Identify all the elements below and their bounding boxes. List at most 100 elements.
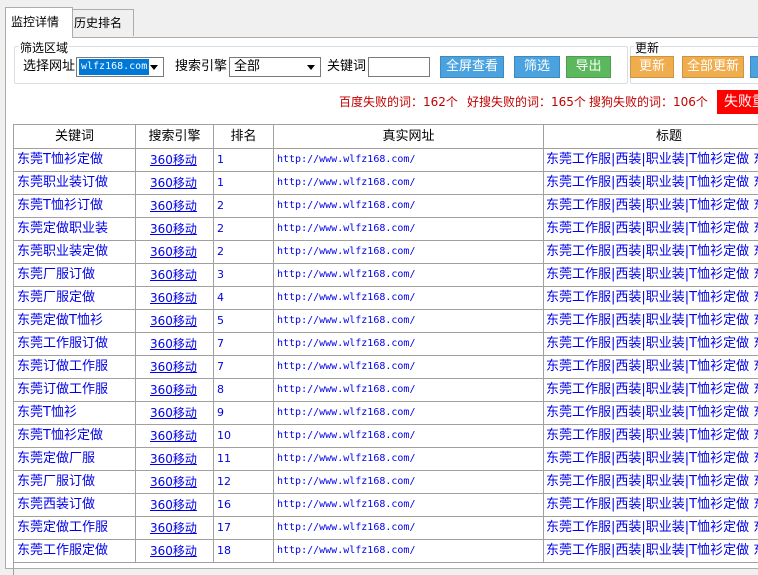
engine-link[interactable]: 360移动: [136, 471, 214, 494]
engine-link[interactable]: 360移动: [136, 287, 214, 310]
engine-link[interactable]: 360移动: [136, 218, 214, 241]
table-row[interactable]: 东莞工作服订做 360移动 7 http://www.wlfz168.com/东莞工作…: [14, 333, 758, 356]
export-button[interactable]: 导出: [566, 56, 611, 78]
engine-link[interactable]: 360移动: [136, 494, 214, 517]
url-cell[interactable]: http://www.wlfz168.com/: [274, 310, 544, 333]
title-cell[interactable]: 东莞工作服|西装|职业装|T恤衫定做 东莞: [544, 310, 758, 333]
keyword-cell[interactable]: 东莞定做厂服: [14, 448, 136, 471]
column-header-title[interactable]: 标题: [544, 125, 758, 149]
url-cell[interactable]: http://www.wlfz168.com/: [274, 471, 544, 494]
keyword-cell[interactable]: 东莞T恤衫定做: [14, 149, 136, 172]
engine-link[interactable]: 360移动: [136, 356, 214, 379]
url-cell[interactable]: http://www.wlfz168.com/: [274, 494, 544, 517]
table-row[interactable]: 东莞订做工作服 360移动 8 http://www.wlfz168.com/东莞工作…: [14, 379, 758, 402]
keyword-cell[interactable]: 东莞T恤衫定做: [14, 425, 136, 448]
table-row[interactable]: 东莞定做职业装 360移动 2 http://www.wlfz168.com/东莞工作…: [14, 218, 758, 241]
title-cell[interactable]: 东莞工作服|西装|职业装|T恤衫定做 东莞: [544, 356, 758, 379]
keyword-cell[interactable]: 东莞订做工作服: [14, 379, 136, 402]
keyword-cell[interactable]: 东莞厂服定做: [14, 287, 136, 310]
keyword-cell[interactable]: 东莞工作服订做: [14, 333, 136, 356]
fail-retry-button[interactable]: 失败重: [717, 90, 758, 114]
engine-link[interactable]: 360移动: [136, 195, 214, 218]
url-cell[interactable]: http://www.wlfz168.com/: [274, 402, 544, 425]
engine-link[interactable]: 360移动: [136, 310, 214, 333]
url-cell[interactable]: http://www.wlfz168.com/: [274, 149, 544, 172]
tab-history-ranking[interactable]: 历史排名: [68, 9, 134, 36]
engine-link[interactable]: 360移动: [136, 517, 214, 540]
url-cell[interactable]: http://www.wlfz168.com/: [274, 379, 544, 402]
column-header-engine[interactable]: 搜索引擎: [136, 125, 214, 149]
table-row[interactable]: 东莞T恤衫订做 360移动 2 http://www.wlfz168.com/东莞工作…: [14, 195, 758, 218]
title-cell[interactable]: 东莞工作服|西装|职业装|T恤衫定做 东莞: [544, 517, 758, 540]
engine-link[interactable]: 360移动: [136, 149, 214, 172]
title-cell[interactable]: 东莞工作服|西装|职业装|T恤衫定做 东莞: [544, 425, 758, 448]
keyword-input[interactable]: [368, 57, 430, 77]
table-row[interactable]: 东莞T恤衫定做 360移动 1 http://www.wlfz168.com/东莞工作…: [14, 149, 758, 172]
engine-link[interactable]: 360移动: [136, 425, 214, 448]
keyword-cell[interactable]: 东莞订做工作服: [14, 356, 136, 379]
keyword-cell[interactable]: 东莞T恤衫订做: [14, 195, 136, 218]
table-row[interactable]: 东莞厂服订做 360移动 3 http://www.wlfz168.com/东莞工作服…: [14, 264, 758, 287]
keyword-cell[interactable]: 东莞职业装订做: [14, 172, 136, 195]
table-row[interactable]: 东莞定做厂服 360移动 11 http://www.wlfz168.com/东莞工作…: [14, 448, 758, 471]
update-button[interactable]: 更新: [630, 56, 674, 78]
engine-link[interactable]: 360移动: [136, 241, 214, 264]
table-row[interactable]: 东莞T恤衫 360移动 9 http://www.wlfz168.com/东莞工作服|…: [14, 402, 758, 425]
engine-link[interactable]: 360移动: [136, 448, 214, 471]
title-cell[interactable]: 东莞工作服|西装|职业装|T恤衫定做 东莞: [544, 149, 758, 172]
url-cell[interactable]: http://www.wlfz168.com/: [274, 218, 544, 241]
engine-link[interactable]: 360移动: [136, 379, 214, 402]
engine-link[interactable]: 360移动: [136, 540, 214, 563]
engine-select[interactable]: 全部: [229, 57, 321, 77]
title-cell[interactable]: 东莞工作服|西装|职业装|T恤衫定做 东莞: [544, 379, 758, 402]
title-cell[interactable]: 东莞工作服|西装|职业装|T恤衫定做 东莞: [544, 333, 758, 356]
column-header-url[interactable]: 真实网址: [274, 125, 544, 149]
keyword-cell[interactable]: 东莞定做职业装: [14, 218, 136, 241]
table-row[interactable]: 东莞职业装订做 360移动 1 http://www.wlfz168.com/东莞工作…: [14, 172, 758, 195]
title-cell[interactable]: 东莞工作服|西装|职业装|T恤衫定做 东莞: [544, 264, 758, 287]
url-cell[interactable]: http://www.wlfz168.com/: [274, 333, 544, 356]
table-row[interactable]: 东莞定做工作服 360移动 17 http://www.wlfz168.com/东莞工…: [14, 517, 758, 540]
title-cell[interactable]: 东莞工作服|西装|职业装|T恤衫定做 东莞: [544, 195, 758, 218]
column-header-rank[interactable]: 排名: [214, 125, 274, 149]
keyword-cell[interactable]: 东莞厂服订做: [14, 471, 136, 494]
title-cell[interactable]: 东莞工作服|西装|职业装|T恤衫定做 东莞: [544, 540, 758, 563]
url-cell[interactable]: http://www.wlfz168.com/: [274, 448, 544, 471]
url-cell[interactable]: http://www.wlfz168.com/: [274, 356, 544, 379]
url-cell[interactable]: http://www.wlfz168.com/: [274, 172, 544, 195]
title-cell[interactable]: 东莞工作服|西装|职业装|T恤衫定做 东莞: [544, 448, 758, 471]
table-row[interactable]: 东莞T恤衫定做 360移动 10 http://www.wlfz168.com/东莞工…: [14, 425, 758, 448]
table-row[interactable]: 东莞西装订做 360移动 16 http://www.wlfz168.com/东莞工作…: [14, 494, 758, 517]
column-header-keyword[interactable]: 关键词: [14, 125, 136, 149]
site-select[interactable]: wlfz168.com: [76, 57, 164, 77]
table-row[interactable]: 东莞职业装定做 360移动 2 http://www.wlfz168.com/东莞工作…: [14, 241, 758, 264]
update-all-button[interactable]: 全部更新: [682, 56, 744, 78]
extra-blue-button[interactable]: [750, 56, 758, 78]
title-cell[interactable]: 东莞工作服|西装|职业装|T恤衫定做 东莞: [544, 241, 758, 264]
filter-button[interactable]: 筛选: [514, 56, 560, 78]
title-cell[interactable]: 东莞工作服|西装|职业装|T恤衫定做 东莞: [544, 287, 758, 310]
table-row[interactable]: 东莞订做工作服 360移动 7 http://www.wlfz168.com/东莞工作…: [14, 356, 758, 379]
engine-link[interactable]: 360移动: [136, 172, 214, 195]
url-cell[interactable]: http://www.wlfz168.com/: [274, 195, 544, 218]
keyword-cell[interactable]: 东莞定做工作服: [14, 517, 136, 540]
url-cell[interactable]: http://www.wlfz168.com/: [274, 540, 544, 563]
title-cell[interactable]: 东莞工作服|西装|职业装|T恤衫定做 东莞: [544, 172, 758, 195]
keyword-cell[interactable]: 东莞定做T恤衫: [14, 310, 136, 333]
url-cell[interactable]: http://www.wlfz168.com/: [274, 241, 544, 264]
tab-monitor-details[interactable]: 监控详情: [5, 7, 73, 38]
title-cell[interactable]: 东莞工作服|西装|职业装|T恤衫定做 东莞: [544, 218, 758, 241]
keyword-cell[interactable]: 东莞工作服定做: [14, 540, 136, 563]
table-row[interactable]: 东莞定做T恤衫 360移动 5 http://www.wlfz168.com/东莞工作…: [14, 310, 758, 333]
title-cell[interactable]: 东莞工作服|西装|职业装|T恤衫定做 东莞: [544, 402, 758, 425]
title-cell[interactable]: 东莞工作服|西装|职业装|T恤衫定做 东莞: [544, 494, 758, 517]
keyword-cell[interactable]: 东莞职业装定做: [14, 241, 136, 264]
keyword-cell[interactable]: 东莞厂服订做: [14, 264, 136, 287]
fullscreen-view-button[interactable]: 全屏查看: [440, 56, 504, 78]
keyword-cell[interactable]: 东莞T恤衫: [14, 402, 136, 425]
engine-link[interactable]: 360移动: [136, 402, 214, 425]
url-cell[interactable]: http://www.wlfz168.com/: [274, 517, 544, 540]
url-cell[interactable]: http://www.wlfz168.com/: [274, 425, 544, 448]
url-cell[interactable]: http://www.wlfz168.com/: [274, 264, 544, 287]
table-row[interactable]: 东莞厂服定做 360移动 4 http://www.wlfz168.com/东莞工作服…: [14, 287, 758, 310]
